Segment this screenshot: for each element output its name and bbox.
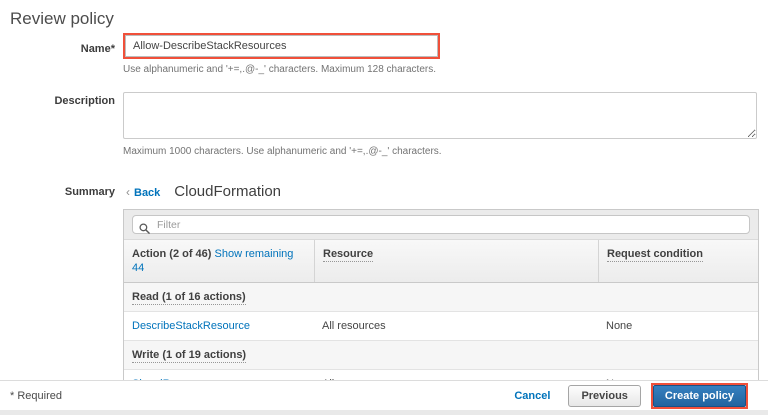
cancel-link[interactable]: Cancel bbox=[514, 390, 550, 402]
back-link[interactable]: ‹ Back bbox=[126, 185, 160, 199]
name-label: Name* bbox=[0, 33, 115, 55]
chevron-left-icon: ‹ bbox=[126, 185, 130, 199]
back-link-label: Back bbox=[134, 187, 160, 199]
column-header-request-condition: Request condition bbox=[598, 240, 758, 282]
action-link-describestackresource[interactable]: DescribeStackResource bbox=[132, 320, 250, 332]
policy-summary-table: Action (2 of 46) Show remaining 44 Resou… bbox=[123, 209, 759, 399]
table-header-row: Action (2 of 46) Show remaining 44 Resou… bbox=[124, 240, 758, 283]
description-label: Description bbox=[0, 92, 115, 107]
resource-cell: All resources bbox=[314, 312, 598, 340]
group-header-write: Write (1 of 19 actions) bbox=[124, 341, 758, 370]
previous-button[interactable]: Previous bbox=[568, 385, 640, 407]
create-policy-highlight: Create policy bbox=[651, 383, 748, 409]
page-bottom-edge bbox=[0, 410, 768, 415]
filter-input[interactable] bbox=[132, 215, 750, 234]
table-row: DescribeStackResource All resources None bbox=[124, 312, 758, 341]
summary-label: Summary bbox=[0, 183, 115, 198]
name-help-text: Use alphanumeric and '+=,.@-_' character… bbox=[123, 64, 768, 75]
request-condition-cell: None bbox=[598, 312, 758, 340]
summary-section: Summary ‹ Back CloudFormation bbox=[0, 183, 768, 399]
group-header-read: Read (1 of 16 actions) bbox=[124, 283, 758, 312]
review-policy-page: Review policy Name* Use alphanumeric and… bbox=[0, 0, 768, 415]
filter-bar bbox=[124, 210, 758, 240]
description-help-text: Maximum 1000 characters. Use alphanumeri… bbox=[123, 146, 768, 157]
policy-name-input[interactable] bbox=[125, 35, 438, 57]
name-input-highlight bbox=[123, 33, 440, 59]
service-title: CloudFormation bbox=[174, 183, 281, 200]
name-field-row: Name* Use alphanumeric and '+=,.@-_' cha… bbox=[0, 33, 768, 75]
footer-bar: * Required Cancel Previous Create policy bbox=[0, 380, 768, 410]
column-header-action: Action (2 of 46) Show remaining 44 bbox=[124, 240, 314, 282]
required-note: * Required bbox=[10, 390, 62, 402]
page-title: Review policy bbox=[10, 9, 768, 29]
create-policy-button[interactable]: Create policy bbox=[653, 385, 746, 407]
policy-description-textarea[interactable] bbox=[123, 92, 757, 139]
column-header-resource: Resource bbox=[314, 240, 598, 282]
description-field-row: Description Maximum 1000 characters. Use… bbox=[0, 92, 768, 157]
